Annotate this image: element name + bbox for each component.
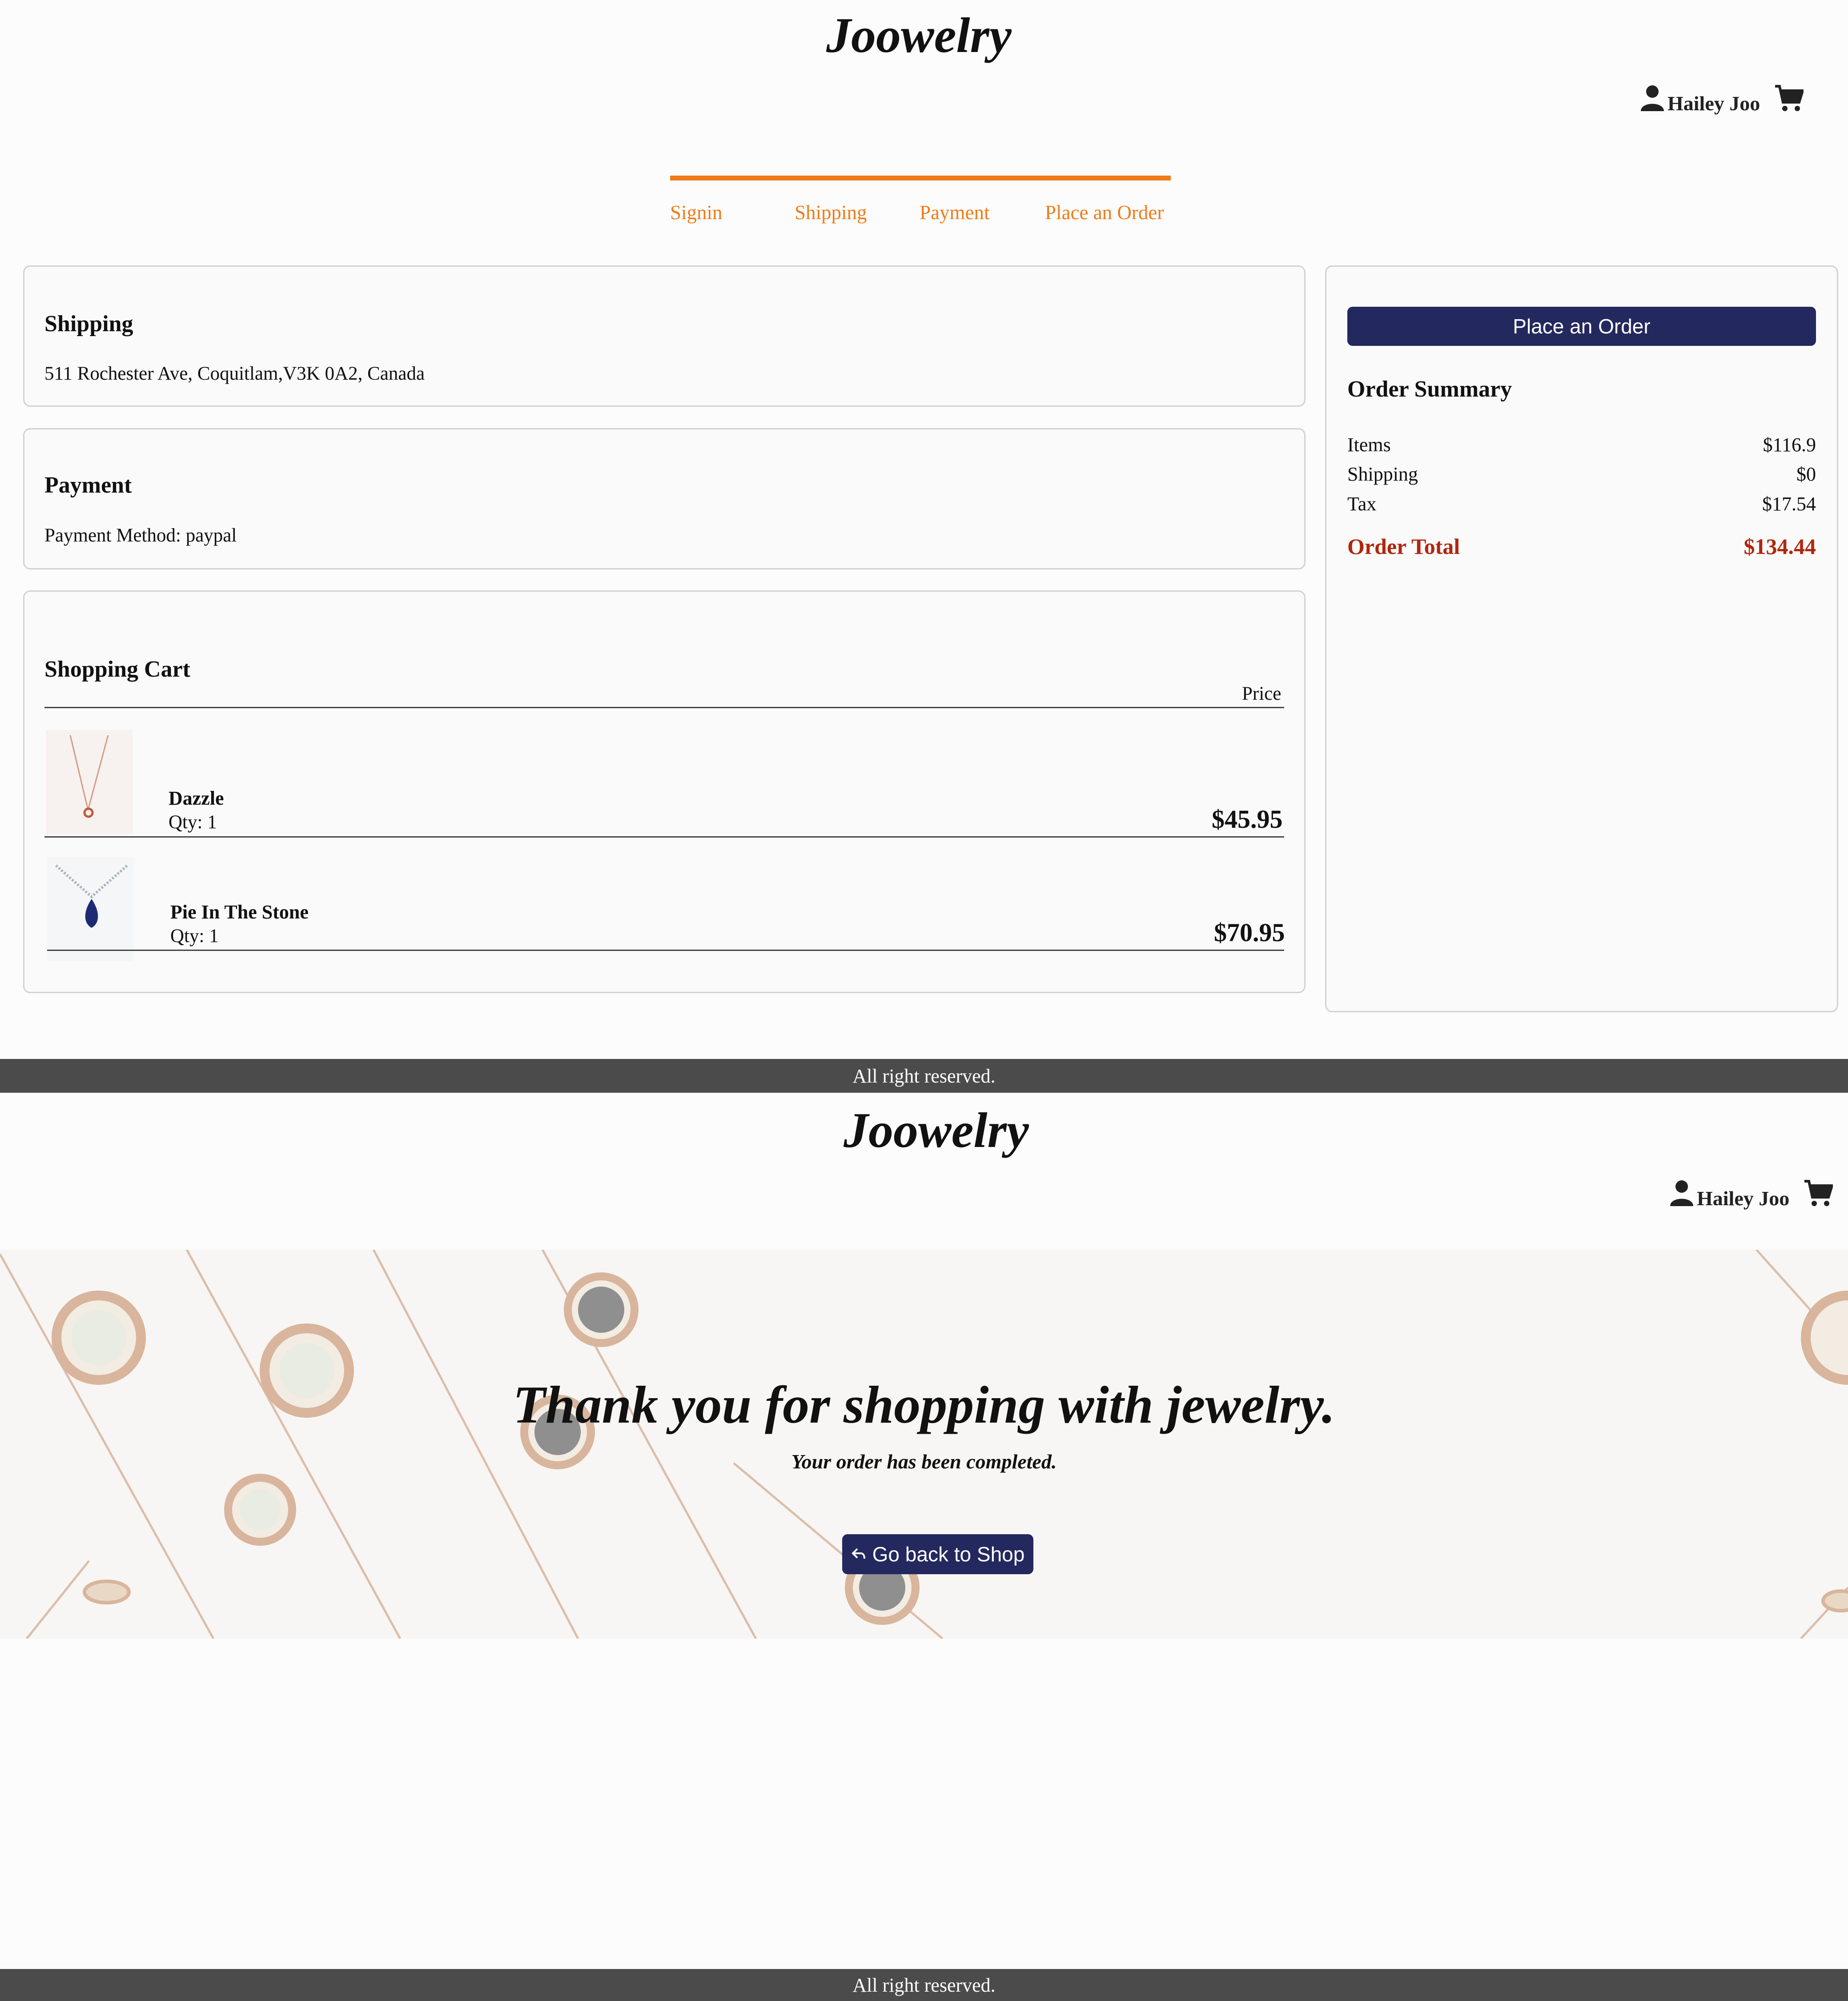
shipping-title: Shipping xyxy=(44,311,133,337)
summary-shipping-value: $0 xyxy=(1796,463,1816,485)
checkout-progress-bar xyxy=(670,176,1171,180)
cart-header-divider xyxy=(44,707,1284,708)
user-name-link[interactable]: Hailey Joo xyxy=(1697,1187,1789,1210)
product-qty-dazzle: Qty: 1 xyxy=(169,812,217,833)
payment-method: Payment Method: paypal xyxy=(44,525,237,546)
product-name-pie-in-the-stone[interactable]: Pie In The Stone xyxy=(170,901,309,923)
header-user-area: Hailey Joo xyxy=(1669,1176,1833,1210)
shipping-address: 511 Rochester Ave, Coquitlam,V3K 0A2, Ca… xyxy=(44,363,425,384)
summary-total-row: Order Total $134.44 xyxy=(1347,533,1816,559)
footer: All right reserved. xyxy=(0,1969,1848,2001)
summary-total-label: Order Total xyxy=(1347,534,1460,559)
summary-total-value: $134.44 xyxy=(1744,534,1816,559)
product-price-dazzle: $45.95 xyxy=(1212,805,1283,834)
place-order-button[interactable]: Place an Order xyxy=(1347,307,1816,346)
brand-logo[interactable]: Joowelry xyxy=(826,11,1012,60)
back-arrow-icon xyxy=(851,1542,866,1566)
order-summary-title: Order Summary xyxy=(1347,377,1512,402)
go-back-to-shop-button[interactable]: Go back to Shop xyxy=(842,1534,1033,1574)
price-column-header: Price xyxy=(1242,683,1282,704)
summary-tax-row: Tax $17.54 xyxy=(1347,493,1816,515)
product-price-pie-in-the-stone: $70.95 xyxy=(1214,918,1285,947)
cart-row-divider xyxy=(47,950,1284,951)
step-shipping[interactable]: Shipping xyxy=(795,201,867,224)
step-payment[interactable]: Payment xyxy=(920,201,989,224)
footer-text: All right reserved. xyxy=(852,1974,996,1996)
user-name-link[interactable]: Hailey Joo xyxy=(1667,92,1760,115)
summary-tax-value: $17.54 xyxy=(1762,493,1816,515)
necklace-icon xyxy=(69,735,109,818)
product-image-pie-in-the-stone[interactable] xyxy=(47,857,134,961)
pendant-icon xyxy=(55,864,128,928)
summary-items-row: Items $116.9 xyxy=(1347,433,1816,456)
summary-items-label: Items xyxy=(1347,434,1391,456)
summary-shipping-label: Shipping xyxy=(1347,463,1418,485)
go-back-to-shop-label: Go back to Shop xyxy=(872,1543,1025,1566)
footer-text: All right reserved. xyxy=(852,1065,996,1087)
header-user-area: Hailey Joo xyxy=(1640,81,1804,115)
summary-shipping-row: Shipping $0 xyxy=(1347,463,1816,485)
user-icon[interactable] xyxy=(1640,84,1665,112)
order-completed-message: Your order has been completed. xyxy=(791,1450,1057,1473)
hero-banner: Thank you for shopping with jewelry. You… xyxy=(0,1250,1848,1639)
footer: All right reserved. xyxy=(0,1059,1848,1093)
step-place-order[interactable]: Place an Order xyxy=(1045,201,1164,224)
summary-tax-label: Tax xyxy=(1347,493,1377,515)
thank-you-heading: Thank you for shopping with jewelry. xyxy=(513,1375,1335,1434)
product-name-dazzle[interactable]: Dazzle xyxy=(169,787,224,810)
brand-logo[interactable]: Joowelry xyxy=(844,1106,1029,1155)
user-icon[interactable] xyxy=(1669,1179,1694,1207)
product-qty-pie-in-the-stone: Qty: 1 xyxy=(170,926,219,946)
product-image-dazzle[interactable] xyxy=(46,730,133,834)
jewelry-background-image xyxy=(0,1250,1848,1639)
payment-card xyxy=(23,428,1306,569)
shopping-cart-title: Shopping Cart xyxy=(44,657,190,682)
cart-icon[interactable] xyxy=(1774,84,1804,112)
cart-row-divider xyxy=(44,836,1284,838)
step-signin[interactable]: Signin xyxy=(670,201,723,224)
shipping-card xyxy=(23,265,1306,407)
summary-items-value: $116.9 xyxy=(1763,434,1816,456)
payment-title: Payment xyxy=(44,473,132,498)
cart-icon[interactable] xyxy=(1804,1179,1833,1207)
